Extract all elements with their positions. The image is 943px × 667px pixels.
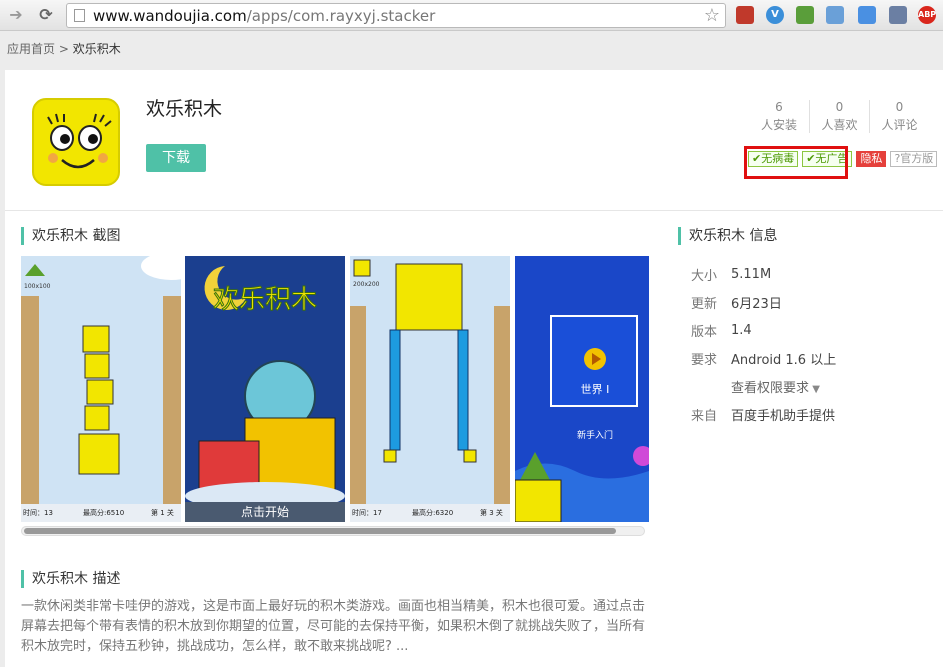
back-arrow-icon[interactable]: ➔ [6,5,26,25]
app-title: 欢乐积木 [146,98,223,120]
stat-installs-label: 人安装 [760,118,797,132]
app-stats: 6 人安装 0 人喜欢 0 人评论 [749,100,929,133]
breadcrumb: 应用首页 > 欢乐积木 [7,40,121,57]
shot3-time: 时间：17 [352,508,382,517]
screenshot-4[interactable]: 世界 I 新手入门 [515,256,649,522]
shot1-level: 第 1 关 [151,508,174,517]
stat-likes: 0 人喜欢 [809,100,869,133]
breadcrumb-separator: > [58,42,69,56]
url-text[interactable]: www.wandoujia.com/apps/com.rayxyj.stacke… [93,7,435,25]
info-version-value: 1.4 [731,322,752,338]
info-size-key: 大小 [691,268,718,284]
info-source-key: 来自 [691,408,718,424]
screenshot-strip: 100x100 时间：13 最高分:6510 第 1 关 欢乐积木 点击开始 2… [21,256,649,522]
stat-comments-label: 人评论 [881,118,918,132]
browser-toolbar: ➔ ⟳ www.wandoujia.com/apps/com.rayxyj.st… [0,0,943,31]
info-source-value: 百度手机助手提供 [731,408,836,424]
reload-icon[interactable]: ⟳ [36,5,56,25]
shot2-title: 欢乐积木 [213,285,317,315]
description-heading: 欢乐积木 描述 [21,570,120,588]
shot1-best: 最高分:6510 [83,508,124,517]
stat-comments: 0 人评论 [869,100,929,133]
shot1-top-label: 100x100 [24,283,51,290]
scrollbar-thumb[interactable] [24,528,616,534]
download-button[interactable]: 下载 [146,144,206,172]
shot1-time: 时间：13 [23,508,53,517]
smiley-face-icon [47,113,112,169]
info-version-key: 版本 [691,324,718,340]
stat-comments-count: 0 [895,100,904,114]
screenshot-4-image: 世界 I 新手入门 [515,256,649,522]
info-requirement-key: 要求 [691,352,718,368]
info-updated-key: 更新 [691,296,718,312]
badge-privacy[interactable]: 隐私 [856,151,887,167]
screenshot-2-image: 欢乐积木 点击开始 [185,256,345,522]
address-bar[interactable]: www.wandoujia.com/apps/com.rayxyj.stacke… [66,3,726,28]
info-size-value: 5.11M [731,266,772,282]
doc-icon[interactable] [858,6,876,24]
red-highlight-box [744,146,848,179]
info-row-source: 来自 百度手机助手提供 [691,400,836,428]
screenshot-1[interactable]: 100x100 时间：13 最高分:6510 第 1 关 [21,256,181,522]
info-row-permissions: 查看权限要求 [691,372,836,400]
shot4-world: 世界 I [581,383,610,396]
breadcrumb-current: 欢乐积木 [72,42,121,56]
info-row-version: 版本 1.4 [691,316,836,344]
adblock-icon[interactable]: ABP [918,6,936,24]
stat-likes-count: 0 [835,100,844,114]
info-row-requirement: 要求 Android 1.6 以上 [691,344,836,372]
shot3-best: 最高分:6320 [412,508,453,517]
shot3-top-label: 200x200 [353,281,380,288]
shot3-level: 第 3 关 [480,508,503,517]
screenshots-heading: 欢乐积木 截图 [21,227,120,245]
app-icon [32,98,120,186]
screenshot-3[interactable]: 200x200 时间：17 最高分:6320 第 3 关 [350,256,510,522]
image-icon[interactable] [826,6,844,24]
shot2-start: 点击开始 [241,505,289,519]
info-heading: 欢乐积木 信息 [678,227,777,245]
url-domain: www.wandoujia.com [93,7,247,25]
bookmark-icon[interactable] [736,6,754,24]
info-updated-value: 6月23日 [731,296,782,312]
stat-installs: 6 人安装 [749,100,809,133]
v-icon[interactable]: V [766,6,784,24]
stat-installs-count: 6 [775,100,783,114]
screenshot-2[interactable]: 欢乐积木 点击开始 [185,256,345,522]
screenshot-1-image: 100x100 时间：13 最高分:6510 第 1 关 [21,256,181,522]
grid-icon[interactable] [889,6,907,24]
info-panel: 大小 5.11M 更新 6月23日 版本 1.4 要求 Android 1.6 … [691,260,836,428]
page-icon [74,9,85,22]
evernote-icon[interactable] [796,6,814,24]
info-requirement-value: Android 1.6 以上 [731,352,837,368]
view-permissions-link[interactable]: 查看权限要求 [731,377,820,396]
url-path: /apps/com.rayxyj.stacker [246,7,436,25]
shot4-newbie: 新手入门 [577,429,613,441]
stat-likes-label: 人喜欢 [821,118,858,132]
info-row-updated: 更新 6月23日 [691,288,836,316]
description-text: 一款休闲类非常卡哇伊的游戏，这是市面上最好玩的积木类游戏。画面也相当精美，积木也… [21,599,646,654]
app-detail-card: 欢乐积木 下载 6 人安装 0 人喜欢 0 人评论 ✔无病毒 ✔无广告 隐私 ?… [5,70,943,667]
divider [5,210,943,211]
info-row-size: 大小 5.11M [691,260,836,288]
badge-official[interactable]: ?官方版 [890,151,938,167]
breadcrumb-home[interactable]: 应用首页 [7,42,55,56]
screenshot-scrollbar[interactable] [21,526,645,536]
screenshot-3-image: 200x200 时间：17 最高分:6320 第 3 关 [350,256,510,522]
bookmark-star-icon[interactable]: ☆ [704,5,720,26]
